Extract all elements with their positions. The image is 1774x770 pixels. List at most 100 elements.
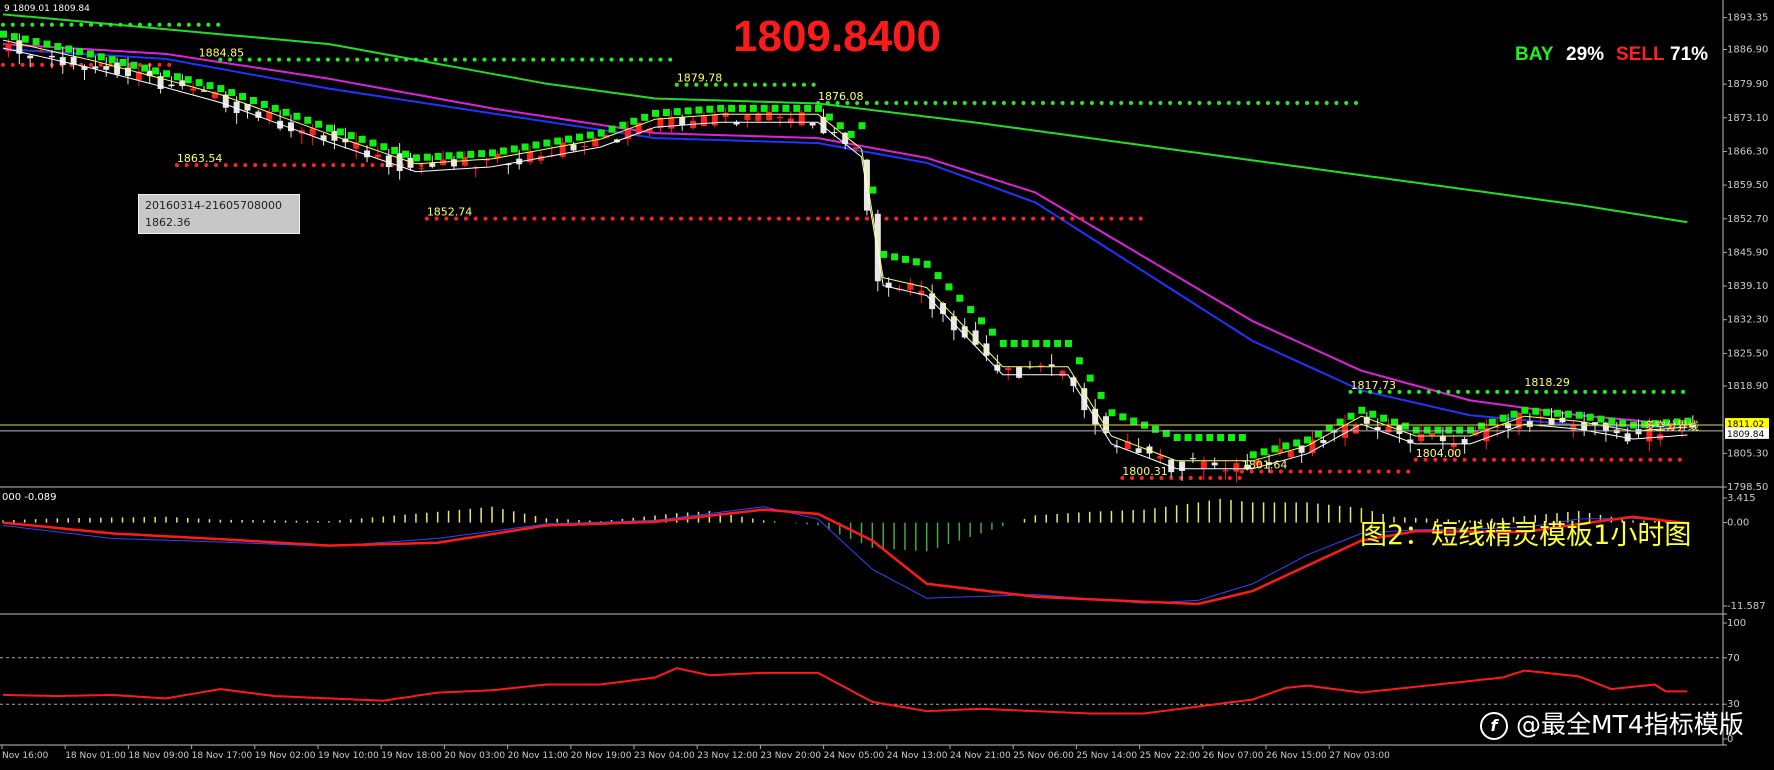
resistance-dot — [1187, 101, 1192, 106]
candle-body — [1233, 463, 1240, 472]
resistance-dot — [1285, 101, 1290, 106]
resistance-dot — [365, 57, 370, 62]
support-dot — [972, 216, 977, 221]
resistance-dot — [137, 22, 142, 27]
x-tick-label: 19 Nov 10:00 — [318, 751, 379, 761]
resistance-dot — [1681, 389, 1686, 394]
trend-block — [1217, 434, 1225, 442]
resistance-dot — [501, 57, 506, 62]
trend-block — [1499, 414, 1507, 422]
candle-body — [1439, 435, 1446, 442]
support-dot — [1001, 216, 1006, 221]
support-dot — [1060, 216, 1065, 221]
trend-block — [249, 96, 257, 104]
trend-block — [282, 108, 290, 116]
trend-block — [673, 108, 681, 116]
x-tick-label: Nov 16:00 — [2, 751, 49, 761]
support-dot — [943, 216, 948, 221]
resistance-dot — [923, 101, 928, 106]
resistance-dot — [1119, 101, 1124, 106]
trend-block — [119, 58, 127, 66]
resistance-dot — [1001, 101, 1006, 106]
trend-block — [467, 150, 475, 158]
ma-blue-line — [2, 48, 1688, 429]
y-tick-label: 0.00 — [1727, 518, 1749, 529]
y-tick-label: 1845.90 — [1727, 247, 1768, 258]
trend-block — [206, 82, 214, 90]
resistance-dot — [345, 57, 350, 62]
support-dot — [1648, 457, 1653, 462]
x-tick-label: 19 Nov 02:00 — [255, 751, 316, 761]
support-dot — [1472, 457, 1477, 462]
trend-block — [1608, 417, 1616, 425]
trend-block — [967, 306, 975, 314]
resistance-dot — [772, 82, 777, 87]
resistance-dot — [884, 101, 889, 106]
resistance-dot — [108, 22, 113, 27]
trend-block — [771, 104, 779, 112]
resistance-dot — [1465, 389, 1470, 394]
support-dot — [1011, 216, 1016, 221]
trend-block — [695, 106, 703, 114]
trend-block — [880, 250, 888, 258]
support-dot — [493, 216, 498, 221]
support-dot — [1021, 216, 1026, 221]
trend-block — [1619, 419, 1627, 427]
resistance-dot — [1226, 101, 1231, 106]
y-tick-label: 100 — [1727, 618, 1746, 629]
trend-block — [1271, 445, 1279, 453]
trend-block — [608, 125, 616, 133]
resistance-dot — [638, 57, 643, 62]
support-dot — [1298, 469, 1303, 474]
trend-block — [391, 146, 399, 154]
candle-body — [1320, 440, 1327, 444]
x-tick-label: 18 Nov 09:00 — [128, 751, 189, 761]
x-tick-label: 19 Nov 18:00 — [381, 751, 442, 761]
support-dot — [40, 62, 45, 67]
support-dot — [1050, 216, 1055, 221]
y-tick-label: 1852.70 — [1727, 214, 1768, 225]
resistance-dot — [316, 57, 321, 62]
x-tick-label: 23 Nov 12:00 — [697, 751, 758, 761]
candle-body — [5, 43, 12, 52]
resistance-dot — [206, 22, 211, 27]
candle-body — [1200, 461, 1207, 470]
trend-block — [597, 129, 605, 137]
resistance-dot — [1021, 101, 1026, 106]
candle-body — [168, 84, 175, 87]
bay-percent: 29% — [1566, 44, 1605, 65]
resistance-dot — [1573, 389, 1578, 394]
resistance-dot — [186, 22, 191, 27]
trend-block — [1456, 426, 1464, 434]
resistance-dot — [782, 82, 787, 87]
resistance-dot — [1138, 101, 1143, 106]
price-annotation: 1800.31 — [1122, 465, 1168, 478]
resistance-dot — [325, 57, 330, 62]
trend-block — [901, 255, 909, 263]
trend-block — [945, 283, 953, 291]
resistance-dot — [1109, 101, 1114, 106]
support-dot — [962, 216, 967, 221]
trend-block — [1064, 339, 1072, 347]
support-dot — [522, 216, 527, 221]
support-dot — [737, 216, 742, 221]
y-tick-label: 1818.90 — [1727, 381, 1768, 392]
trend-block — [749, 104, 757, 112]
resistance-dot — [1050, 101, 1055, 106]
resistance-dot — [1416, 389, 1421, 394]
trend-block — [10, 33, 18, 41]
resistance-dot — [1, 22, 5, 27]
resistance-dot — [1544, 389, 1549, 394]
candle-body — [1157, 455, 1164, 459]
support-dot — [532, 216, 537, 221]
price-annotation: 1879.78 — [677, 72, 723, 85]
resistance-dot — [1651, 389, 1656, 394]
resistance-dot — [157, 22, 162, 27]
support-dot — [718, 216, 723, 221]
support-dot — [1628, 457, 1633, 462]
candle-body — [777, 116, 783, 119]
support-dot — [1531, 457, 1536, 462]
trend-block — [760, 104, 768, 112]
trend-block — [891, 253, 899, 261]
y-tick-label: 1839.10 — [1727, 281, 1768, 292]
